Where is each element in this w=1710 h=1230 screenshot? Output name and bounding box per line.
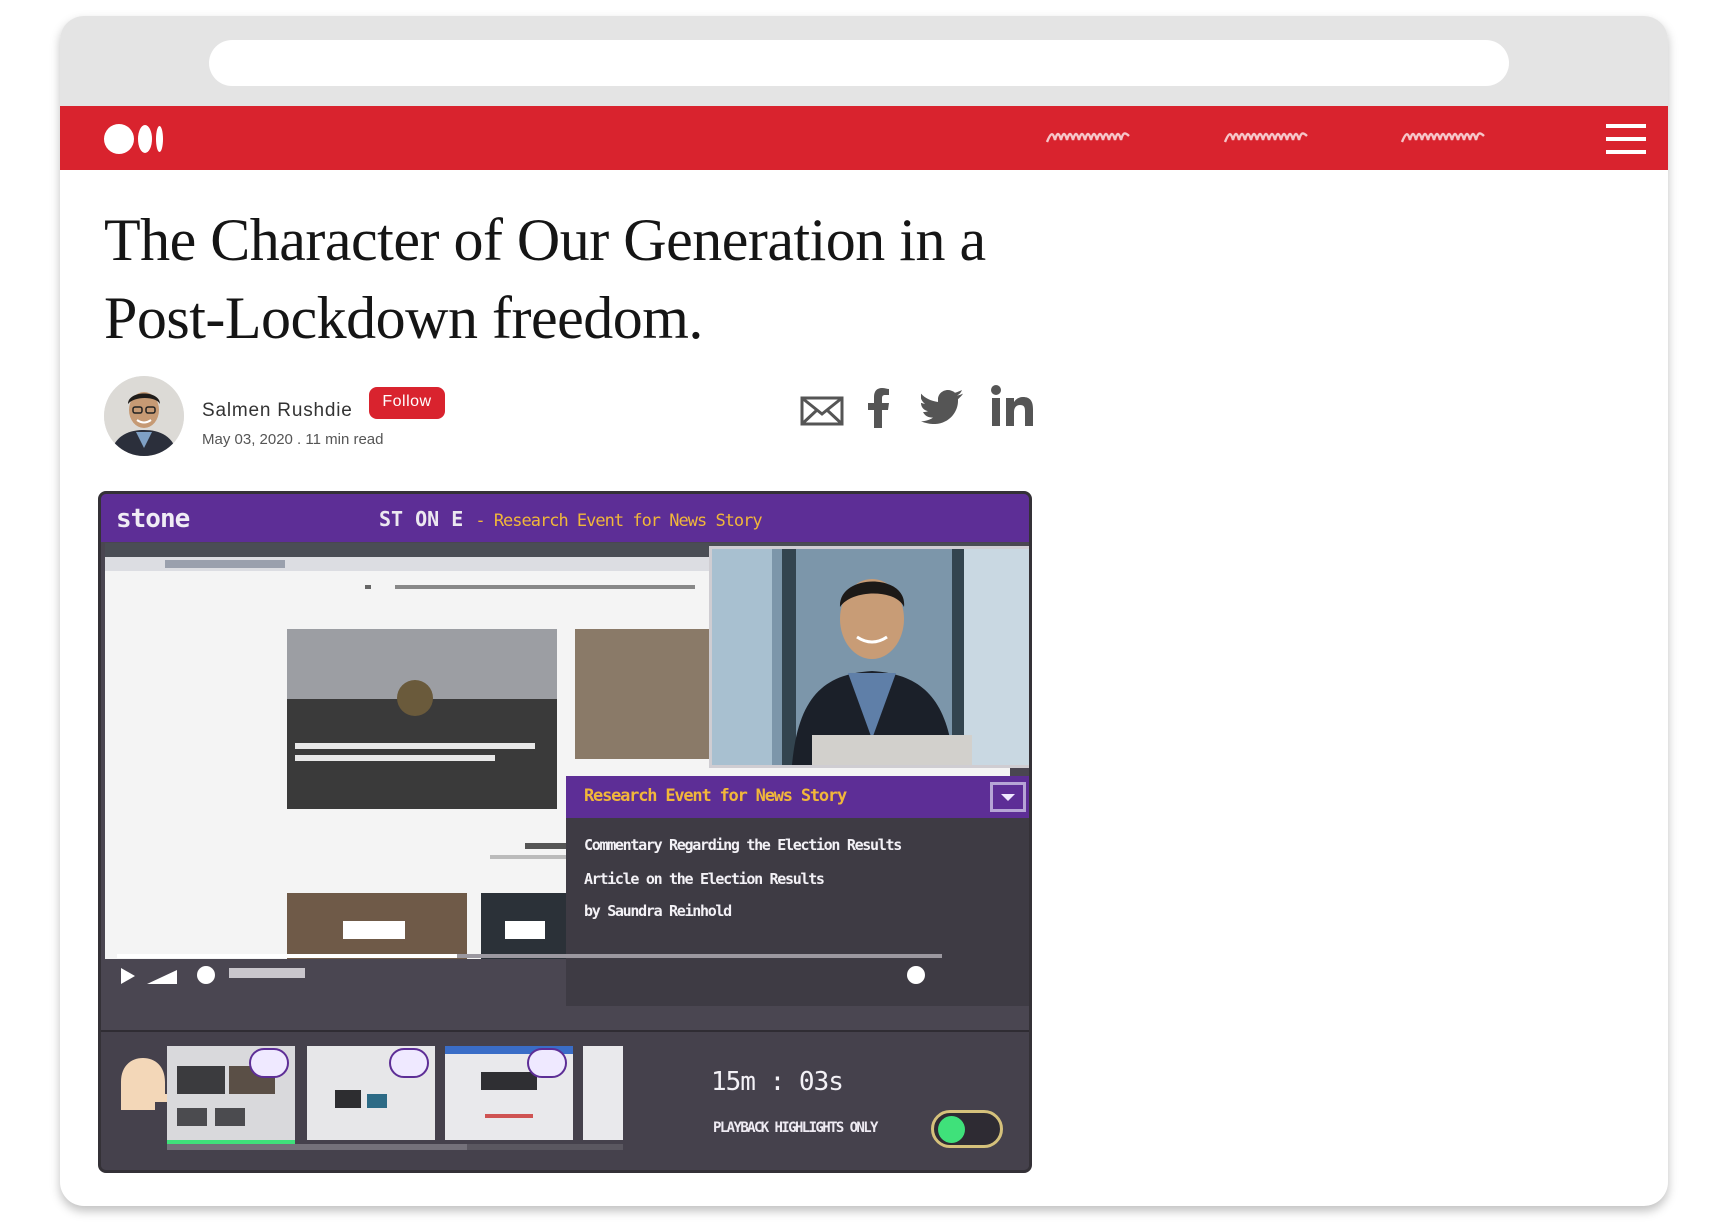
highlight-thumbnail-4[interactable]	[583, 1046, 623, 1140]
popup-header: Research Event for News Story	[566, 776, 1029, 818]
browser-window: The Character of Our Generation in a Pos…	[60, 16, 1668, 1206]
stone-header-subtitle: - Research Event for News Story	[475, 511, 762, 531]
highlights-strip: 15m : 03s PLAYBACK HIGHLIGHTS ONLY	[101, 1030, 1029, 1170]
nav-link-1[interactable]	[1045, 128, 1131, 148]
site-navbar	[60, 106, 1668, 170]
author-name[interactable]: Salmen Rushdie	[202, 400, 353, 422]
stone-header-title: ST ON E - Research Event for News Story	[379, 507, 763, 531]
volume-icon[interactable]	[145, 966, 179, 986]
highlight-badge-icon	[527, 1048, 567, 1078]
article-meta: May 03, 2020 . 11 min read	[202, 431, 384, 448]
fullscreen-icon[interactable]	[905, 964, 927, 986]
player-controls	[105, 954, 1010, 1000]
highlight-thumbnail-3[interactable]	[445, 1046, 573, 1140]
user-icon	[121, 1058, 171, 1110]
twitter-icon[interactable]	[921, 390, 963, 424]
highlight-timer: 15m : 03s	[711, 1067, 844, 1097]
highlight-thumbnail-1[interactable]	[167, 1046, 295, 1145]
play-icon[interactable]	[119, 966, 137, 986]
highlight-badge-icon	[249, 1048, 289, 1078]
popup-line-3: by Saundra Reinhold	[584, 902, 732, 920]
playback-highlights-label: PLAYBACK HIGHLIGHTS ONLY	[713, 1120, 878, 1136]
popup-title: Research Event for News Story	[584, 786, 847, 806]
stone-header: stone ST ON E - Research Event for News …	[101, 494, 1029, 542]
playback-highlights-toggle[interactable]	[931, 1110, 1003, 1148]
chevron-down-icon[interactable]	[990, 782, 1026, 812]
nav-link-3[interactable]	[1400, 128, 1486, 148]
timeline-track[interactable]	[167, 1144, 627, 1152]
time-readout-bar	[229, 968, 305, 978]
popup-line-2: Article on the Election Results	[584, 870, 825, 888]
stone-screenshot: stone ST ON E - Research Event for News …	[98, 491, 1032, 1173]
site-logo[interactable]	[104, 122, 163, 156]
settings-icon[interactable]	[195, 964, 217, 986]
address-bar[interactable]	[209, 40, 1509, 86]
article-title: The Character of Our Generation in a Pos…	[104, 207, 986, 351]
browser-toolbar	[60, 16, 1668, 106]
webcam-feed	[709, 546, 1029, 768]
highlight-badge-icon	[389, 1048, 429, 1078]
stone-logo: stone	[116, 504, 190, 534]
nav-link-2[interactable]	[1223, 128, 1309, 148]
follow-button[interactable]: Follow	[369, 387, 445, 419]
popup-line-1: Commentary Regarding the Election Result…	[584, 836, 902, 854]
facebook-icon[interactable]	[868, 388, 890, 428]
author-avatar[interactable]	[104, 376, 184, 456]
linkedin-icon[interactable]	[990, 384, 1034, 426]
mail-icon[interactable]	[800, 394, 844, 428]
menu-icon[interactable]	[1606, 124, 1646, 154]
highlight-thumbnail-2[interactable]	[307, 1046, 435, 1140]
